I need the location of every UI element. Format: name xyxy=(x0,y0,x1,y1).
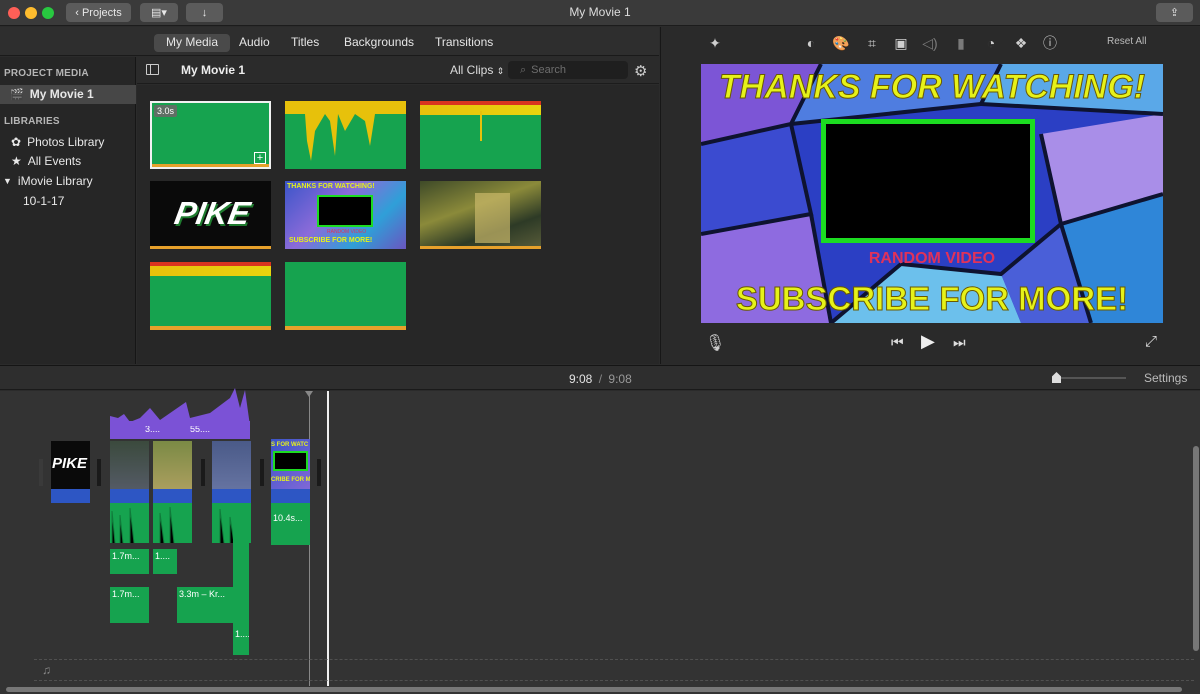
libraries-header: LIBRARIES xyxy=(4,116,60,127)
music-track[interactable]: ♫ xyxy=(34,659,1194,681)
media-clip[interactable] xyxy=(285,262,406,330)
sidebar-item-event-10-1-17[interactable]: 10-1-17 xyxy=(23,194,64,208)
tab-titles[interactable]: Titles xyxy=(291,35,319,49)
media-browser: 3.0s + PIKE THANKS FOR WATCHING! RANDOM … xyxy=(137,85,659,364)
gear-icon[interactable]: ⚙ xyxy=(634,62,647,80)
video-preview: THANKS FOR WATCHING! RANDOM VIDEO SUBSCR… xyxy=(701,64,1163,323)
viewer-panel: ✦ ◐ 🎨 ⌗ ▣ ◁) ▮ ◔ ❖ ⓘ Reset All THANKS FO… xyxy=(660,27,1200,364)
skip-forward-icon[interactable]: ⏭ xyxy=(953,334,966,351)
playhead[interactable] xyxy=(327,391,329,686)
audio-clip[interactable]: 1.7m... xyxy=(110,587,149,623)
speedometer-icon[interactable]: ◔ xyxy=(983,35,999,51)
media-clip-pike[interactable]: PIKE xyxy=(150,181,271,249)
clip-duration-badge: 3.0s xyxy=(154,105,178,117)
timeline: PIKE 3.... 55.... S FOR WATC CRIBE FOR M… xyxy=(0,388,1200,694)
color-balance-icon[interactable]: ◐ xyxy=(803,35,819,51)
tab-audio[interactable]: Audio xyxy=(239,35,270,49)
timeline-clip[interactable] xyxy=(110,441,149,503)
overlay-waveform xyxy=(110,388,250,426)
tab-my-media[interactable]: My Media xyxy=(154,34,231,52)
sidebar-item-my-movie[interactable]: 🎬 My Movie 1 xyxy=(0,85,136,104)
timeline-clip[interactable] xyxy=(212,441,251,503)
skip-back-icon[interactable]: ⏮ xyxy=(891,334,904,351)
search-icon: ⌕ xyxy=(520,63,527,76)
window-title: My Movie 1 xyxy=(569,5,631,19)
clapper-icon: 🎬 xyxy=(10,88,24,101)
color-palette-icon[interactable]: 🎨 xyxy=(832,35,849,51)
media-clip[interactable]: 3.0s + xyxy=(150,101,271,169)
timeline-header: 9:08 / 9:08 Settings xyxy=(0,365,1200,390)
photos-icon: ✿ xyxy=(11,135,22,149)
preview-video-frame xyxy=(821,119,1035,243)
info-icon[interactable]: ⓘ xyxy=(1042,35,1058,51)
equalizer-icon[interactable]: ▮ xyxy=(953,35,969,51)
preview-mid-text: RANDOM VIDEO xyxy=(868,250,996,267)
disclosure-triangle-icon: ▼ xyxy=(3,176,12,186)
media-tabs: My Media Audio Titles Backgrounds Transi… xyxy=(0,27,659,56)
search-input[interactable]: ⌕ Search xyxy=(508,61,628,79)
transition-marker xyxy=(97,459,101,486)
updown-chevron-icon: ⇕ xyxy=(496,66,505,76)
media-clip[interactable] xyxy=(420,101,541,169)
transition-marker xyxy=(260,459,264,486)
sidebar-item-all-events[interactable]: ★ All Events xyxy=(11,154,81,168)
add-clip-icon[interactable]: + xyxy=(254,152,266,164)
event-title: My Movie 1 xyxy=(181,63,246,77)
crop-icon[interactable]: ⌗ xyxy=(864,35,880,51)
clip-edge xyxy=(317,459,321,486)
tab-transitions[interactable]: Transitions xyxy=(435,35,493,49)
share-icon: ⇪ xyxy=(1169,7,1180,19)
media-clip-endcard[interactable]: THANKS FOR WATCHING! RANDOM VIDEO SUBSCR… xyxy=(285,181,406,249)
filters-icon[interactable]: ❖ xyxy=(1013,35,1029,51)
sidebar-toggle-icon[interactable] xyxy=(146,64,159,75)
zoom-slider[interactable] xyxy=(1052,372,1126,383)
reset-all-button[interactable]: Reset All xyxy=(1107,36,1146,47)
sidebar-item-imovie-library[interactable]: ▼ iMovie Library xyxy=(3,174,93,188)
timeline-settings-button[interactable]: Settings xyxy=(1144,371,1187,385)
microphone-icon[interactable]: 🎙 xyxy=(705,333,725,353)
pike-logo: PIKE xyxy=(171,195,253,231)
clip-edge xyxy=(39,459,43,486)
audio-clip[interactable]: 1.... xyxy=(233,521,249,655)
media-clip[interactable] xyxy=(285,101,406,169)
fullscreen-icon[interactable]: ⤢ xyxy=(1145,333,1157,350)
audio-clip[interactable]: 3.3m – Kr... xyxy=(177,587,233,623)
playhead-timecode: 9:08 / 9:08 xyxy=(569,372,632,386)
preview-title-text: THANKS FOR WATCHING! xyxy=(718,68,1146,107)
skimmer-marker xyxy=(305,391,313,397)
clip-filter-select[interactable]: All Clips ⇕ xyxy=(450,63,504,77)
magic-wand-icon[interactable]: ✦ xyxy=(707,35,723,51)
tab-backgrounds[interactable]: Backgrounds xyxy=(344,35,414,49)
sidebar-item-photos-library[interactable]: ✿ Photos Library xyxy=(11,135,104,149)
media-clip[interactable] xyxy=(150,262,271,330)
vertical-scrollbar[interactable] xyxy=(1193,446,1199,651)
preview-bottom-text: SUBSCRIBE FOR MORE! xyxy=(735,280,1129,318)
music-note-icon: ♫ xyxy=(42,663,51,677)
play-icon[interactable]: ▶ xyxy=(921,331,935,352)
project-media-header: PROJECT MEDIA xyxy=(4,68,89,79)
volume-icon[interactable]: ◁) xyxy=(922,35,938,51)
audio-clip[interactable]: 1.7m... xyxy=(110,549,149,574)
transition-marker xyxy=(201,459,205,486)
star-icon: ★ xyxy=(11,154,22,168)
horizontal-scrollbar[interactable] xyxy=(6,687,1182,692)
timeline-clip-pike[interactable]: PIKE xyxy=(51,441,90,503)
viewer-toolbar: ✦ ◐ 🎨 ⌗ ▣ ◁) ▮ ◔ ❖ ⓘ Reset All xyxy=(661,27,1200,57)
audio-clip[interactable]: 1.... xyxy=(153,549,177,574)
stabilization-camera-icon[interactable]: ▣ xyxy=(893,35,909,51)
share-button[interactable]: ⇪ xyxy=(1156,3,1193,22)
zoom-slider-thumb[interactable] xyxy=(1052,372,1061,383)
title-bar: ‹ Projects ▤▾ ↓ My Movie 1 ⇪ xyxy=(0,0,1200,26)
timeline-clip[interactable] xyxy=(153,441,192,503)
timeline-clip-endcard[interactable]: S FOR WATC CRIBE FOR MO xyxy=(271,439,310,503)
sidebar: PROJECT MEDIA 🎬 My Movie 1 LIBRARIES ✿ P… xyxy=(0,57,136,364)
audio-clip[interactable]: 10.4s... xyxy=(271,503,310,545)
media-clip-game[interactable] xyxy=(420,181,541,249)
browser-header: My Movie 1 All Clips ⇕ ⌕ Search ⚙ xyxy=(137,57,659,84)
